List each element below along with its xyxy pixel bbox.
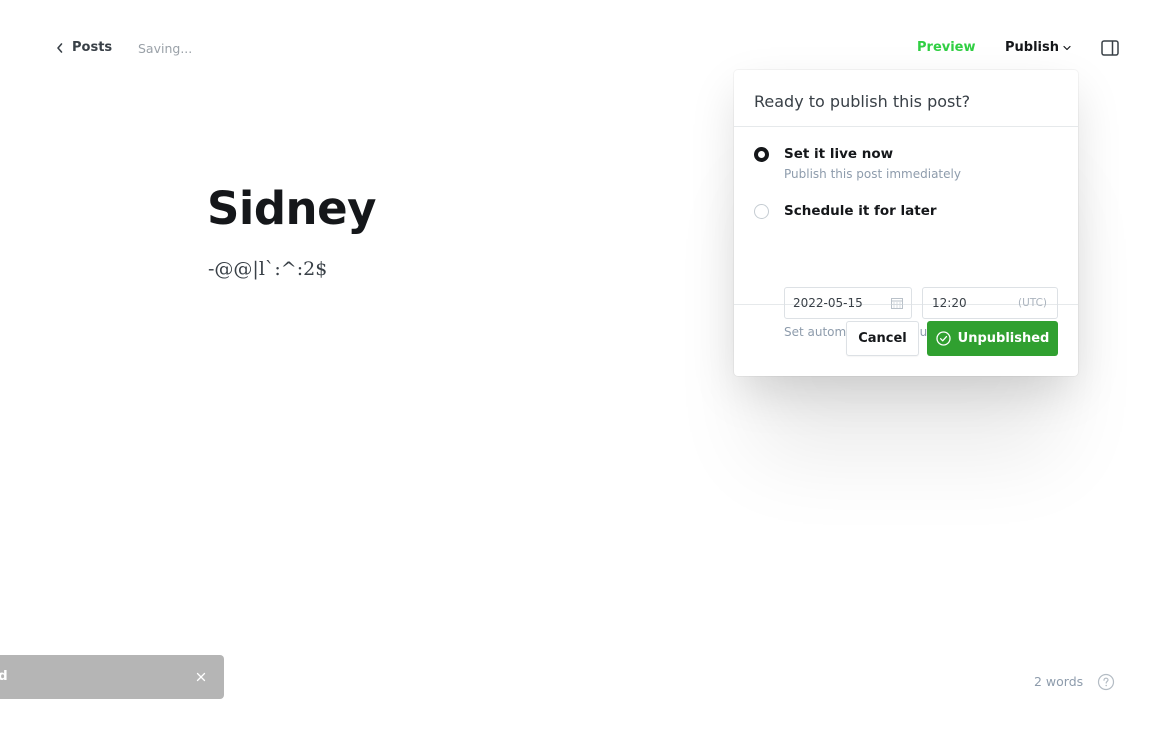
close-icon[interactable] [195, 671, 207, 683]
back-to-posts-link[interactable]: Posts [55, 40, 112, 55]
save-status: Saving... [138, 41, 193, 56]
radio-publish-now[interactable] [754, 147, 769, 162]
publish-menu-button[interactable]: Publish [1005, 40, 1072, 55]
popover-header: Ready to publish this post? [734, 70, 1078, 127]
check-circle-icon [935, 331, 951, 346]
post-body[interactable]: -@@|l`:^:2$ [208, 258, 327, 280]
option-label[interactable]: Schedule it for later [784, 203, 937, 219]
publish-options: Set it live now Publish this post immedi… [734, 127, 1078, 339]
post-title[interactable]: Sidney [207, 182, 376, 235]
word-count: 2 words [1034, 674, 1084, 689]
publish-state-button[interactable]: Unpublished [927, 321, 1058, 356]
help-circle-icon[interactable] [1097, 673, 1115, 691]
publish-label: Publish [1005, 40, 1059, 55]
popover-title: Ready to publish this post? [754, 92, 971, 111]
popover-footer: Cancel Unpublished [734, 305, 1078, 375]
option-label[interactable]: Set it live now [784, 146, 893, 162]
preview-button[interactable]: Preview [917, 40, 976, 55]
toast-message: ved [0, 668, 40, 684]
publish-popover: Ready to publish this post? Set it live … [734, 70, 1078, 376]
notification-toast: ved [0, 655, 224, 699]
chevron-down-icon [1063, 45, 1071, 50]
radio-schedule[interactable] [754, 204, 769, 219]
cancel-button[interactable]: Cancel [846, 321, 919, 356]
chevron-left-icon [57, 42, 63, 53]
sidebar-toggle-icon[interactable] [1101, 40, 1119, 56]
toast-text: ved [0, 668, 8, 684]
option-description: Publish this post immediately [784, 167, 961, 181]
publish-state-label: Unpublished [957, 331, 1050, 346]
back-label: Posts [72, 40, 113, 55]
